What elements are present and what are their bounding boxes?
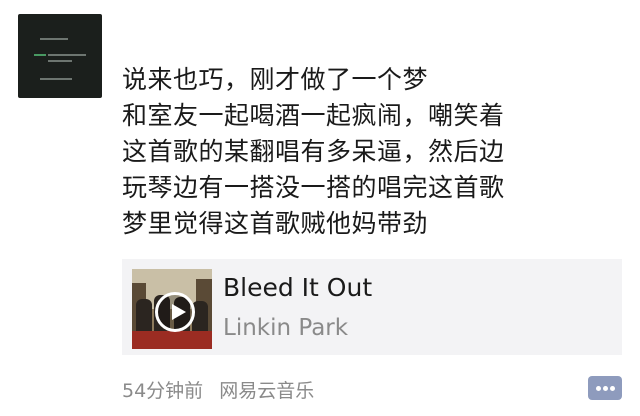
post-text-line: 梦里觉得这首歌贼他妈带劲	[122, 209, 429, 238]
post-source[interactable]: 网易云音乐	[219, 380, 314, 402]
song-title: Bleed It Out	[223, 273, 373, 302]
post-time: 54分钟前	[122, 380, 204, 402]
post-meta: 54分钟前 网易云音乐	[122, 376, 314, 403]
music-card[interactable]: Bleed It Out Linkin Park	[122, 259, 622, 355]
post-text-line: 玩琴边有一搭没一搭的唱完这首歌	[122, 173, 505, 202]
post-text-line: 这首歌的某翻唱有多呆逼，然后边	[122, 137, 505, 166]
post-text-line: 和室友一起喝酒一起疯闹，嘲笑着	[122, 101, 505, 130]
song-artist: Linkin Park	[223, 315, 349, 341]
comment-icon[interactable]	[588, 376, 622, 400]
post-text: 说来也巧，刚才做了一个梦 和室友一起喝酒一起疯闹，嘲笑着 这首歌的某翻唱有多呆逼…	[122, 62, 622, 242]
play-icon[interactable]	[155, 292, 195, 332]
album-cover	[132, 269, 212, 349]
post-text-line: 说来也巧，刚才做了一个梦	[122, 65, 429, 94]
avatar[interactable]	[18, 14, 102, 98]
